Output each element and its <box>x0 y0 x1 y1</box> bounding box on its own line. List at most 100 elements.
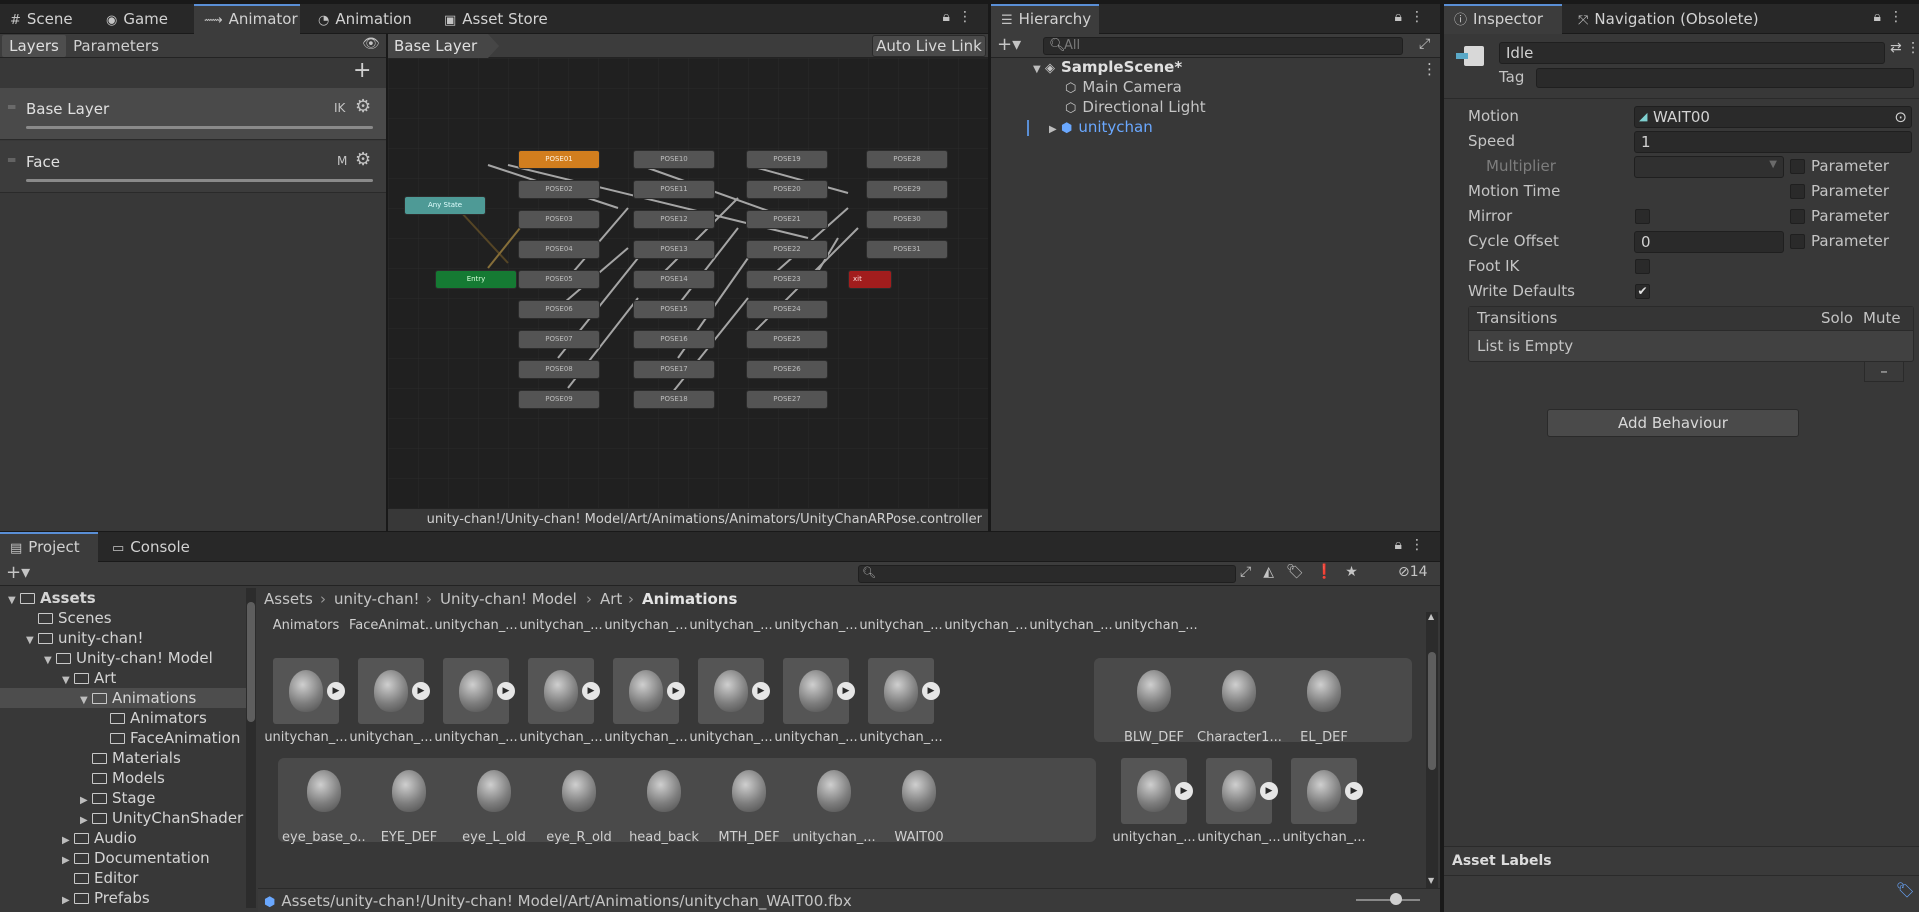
asset-thumbnail[interactable]: ▶ <box>528 658 600 724</box>
state-node[interactable]: POSE01 <box>518 150 600 169</box>
play-preview-icon[interactable]: ▶ <box>582 682 600 700</box>
eye-icon[interactable]: 👁︎ <box>362 36 380 52</box>
asset-thumbnail[interactable] <box>546 758 612 824</box>
asset-item[interactable]: ▶ unitychan_... <box>1112 758 1196 845</box>
panel-controls[interactable]: 🔒︎⋮ <box>1874 9 1911 25</box>
asset-thumbnail[interactable]: ▶ <box>1121 758 1193 824</box>
folder-tree-item[interactable]: ▶ Stage <box>0 788 246 808</box>
exit-node[interactable]: xit <box>848 270 892 289</box>
create-dropdown[interactable]: +▾ <box>6 562 30 583</box>
drag-handle-icon[interactable]: ═ <box>8 153 15 167</box>
breadcrumb-item[interactable]: Assets <box>264 590 313 608</box>
state-name-field[interactable]: Idle <box>1499 42 1885 64</box>
state-node[interactable]: POSE22 <box>746 240 828 259</box>
kebab-menu-icon[interactable]: ⋮ <box>1889 9 1911 25</box>
asset-thumbnail[interactable] <box>1291 658 1357 724</box>
state-node[interactable]: POSE21 <box>746 210 828 229</box>
asset-item[interactable]: unitychan_... <box>519 612 603 633</box>
kebab-menu-icon[interactable]: ⋮ <box>1410 537 1432 553</box>
folder-tree-item[interactable]: ▶ Prefabs <box>0 888 246 908</box>
kebab-menu-icon[interactable]: ⋮ <box>958 9 980 25</box>
asset-item[interactable]: EYE_DEF <box>367 758 451 845</box>
asset-item[interactable]: WAIT00 <box>877 758 961 845</box>
state-node[interactable]: POSE15 <box>633 300 715 319</box>
tab-animation[interactable]: ◔ Animation <box>308 4 422 34</box>
asset-item[interactable]: ▶ unitychan_... <box>1282 758 1366 845</box>
folder-tree-item[interactable]: Editor <box>0 868 246 888</box>
asset-thumbnail[interactable] <box>716 758 782 824</box>
layer-weight-slider[interactable] <box>26 179 373 182</box>
tag-field[interactable] <box>1536 68 1914 88</box>
lock-icon[interactable]: 🔒︎ <box>943 9 958 25</box>
asset-thumbnail[interactable] <box>291 758 357 824</box>
drag-handle-icon[interactable]: ═ <box>8 100 15 114</box>
state-node[interactable]: POSE03 <box>518 210 600 229</box>
breadcrumb-item[interactable]: unity-chan! <box>334 590 420 608</box>
auto-live-link-button[interactable]: Auto Live Link <box>872 35 986 57</box>
asset-thumbnail[interactable] <box>886 758 952 824</box>
expand-arrow-icon[interactable]: ▶ <box>62 891 74 911</box>
folder-tree-item[interactable]: Materials <box>0 748 246 768</box>
asset-item[interactable]: ▶ unitychan_... <box>349 658 433 745</box>
hierarchy-item[interactable]: ⬡ Main Camera <box>1065 78 1182 96</box>
tab-scene[interactable]: # Scene <box>0 4 83 34</box>
panel-controls[interactable]: 🔒︎⋮ <box>1395 537 1432 553</box>
asset-item[interactable]: unitychan_... <box>604 612 688 633</box>
panel-controls[interactable]: 🔒︎⋮ <box>1395 9 1432 25</box>
asset-item[interactable]: ▶ unitychan_... <box>1197 758 1281 845</box>
thumbnail-size-slider[interactable] <box>1356 899 1420 901</box>
asset-item[interactable]: unitychan_... <box>1114 612 1198 633</box>
mirror-checkbox[interactable] <box>1635 209 1650 224</box>
layer-row-face[interactable]: ═ Face M ⚙ <box>0 141 386 193</box>
play-preview-icon[interactable]: ▶ <box>1175 782 1193 800</box>
filter-label-icon[interactable]: 🏷︎ <box>1286 564 1316 580</box>
tab-navigation[interactable]: ⤧ Navigation (Obsolete) <box>1568 4 1769 34</box>
state-node[interactable]: POSE31 <box>866 240 948 259</box>
tab-inspector[interactable]: ⓘ Inspector <box>1444 4 1562 34</box>
folder-tree-item[interactable]: Models <box>0 768 246 788</box>
asset-item[interactable]: unitychan_... <box>859 612 943 633</box>
state-node[interactable]: POSE24 <box>746 300 828 319</box>
motion-field[interactable]: ◢ WAIT00 ⊙ <box>1634 106 1912 128</box>
motion-time-parameter-checkbox[interactable] <box>1790 184 1805 199</box>
scene-kebab-icon[interactable]: ⋮ <box>1422 60 1437 78</box>
hierarchy-item-unitychan[interactable]: ▶ ⬢ unitychan <box>1049 118 1153 136</box>
tab-game[interactable]: ◉ Game <box>96 4 178 34</box>
state-node[interactable]: POSE29 <box>866 180 948 199</box>
asset-thumbnail[interactable]: ▶ <box>1291 758 1363 824</box>
foot-ik-checkbox[interactable] <box>1635 259 1650 274</box>
scene-visibility-icon[interactable]: ⤢ <box>1419 36 1430 52</box>
filter-type-icon[interactable]: ◭ <box>1263 564 1286 580</box>
asset-item[interactable]: MTH_DEF <box>707 758 791 845</box>
state-node[interactable]: POSE11 <box>633 180 715 199</box>
state-node[interactable]: POSE18 <box>633 390 715 409</box>
favorite-icon[interactable]: ★ <box>1345 564 1370 580</box>
asset-item[interactable]: Animators <box>264 612 348 633</box>
folder-tree-item[interactable]: ▼ Assets <box>0 588 246 608</box>
tab-project[interactable]: ▤ Project <box>0 532 98 562</box>
hierarchy-search-input[interactable]: 🔍︎ All <box>1043 37 1403 55</box>
tab-animator[interactable]: ⟿ Animator <box>194 4 300 34</box>
state-node[interactable]: POSE16 <box>633 330 715 349</box>
asset-item[interactable]: FaceAnimat... <box>349 612 433 633</box>
tree-scrollbar[interactable] <box>246 588 256 908</box>
any-state-node[interactable]: Any State <box>404 196 486 215</box>
state-node[interactable]: POSE26 <box>746 360 828 379</box>
asset-item[interactable]: ▶ unitychan_... <box>859 658 943 745</box>
expand-arrow-icon[interactable]: ▼ <box>1033 64 1045 75</box>
folder-tree-item[interactable]: ▼ unity-chan! <box>0 628 246 648</box>
label-tag-icon[interactable]: 🏷︎ <box>1896 881 1915 899</box>
state-node[interactable]: POSE12 <box>633 210 715 229</box>
asset-item[interactable]: eye_R_old <box>537 758 621 845</box>
lock-icon[interactable]: 🔒︎ <box>1874 9 1889 25</box>
hierarchy-item[interactable]: ⬡ Directional Light <box>1065 98 1206 116</box>
state-node[interactable]: POSE20 <box>746 180 828 199</box>
asset-thumbnail[interactable]: ▶ <box>698 658 770 724</box>
asset-item[interactable]: head_back <box>622 758 706 845</box>
asset-item[interactable]: eye_base_o... <box>282 758 366 845</box>
play-preview-icon[interactable]: ▶ <box>497 682 515 700</box>
gear-icon[interactable]: ⚙ <box>355 149 371 170</box>
asset-thumbnail[interactable]: ▶ <box>613 658 685 724</box>
log-icon[interactable]: ❗ <box>1316 564 1345 580</box>
state-node[interactable]: POSE05 <box>518 270 600 289</box>
